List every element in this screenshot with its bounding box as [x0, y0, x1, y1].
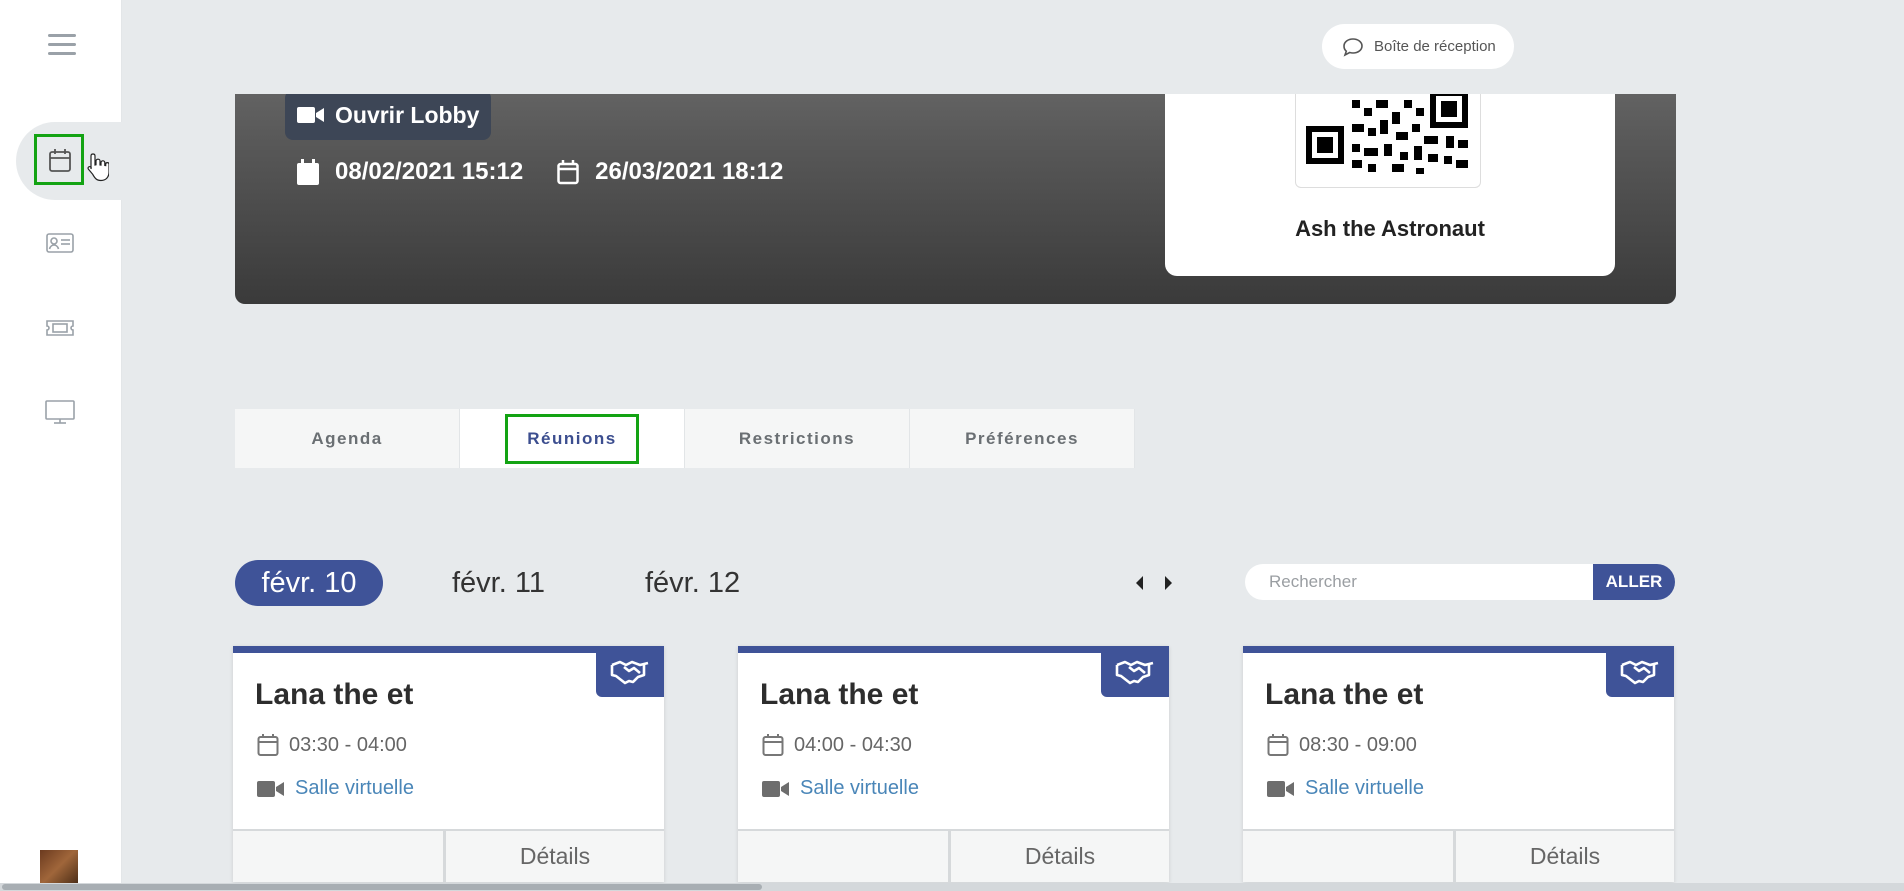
start-date: 08/02/2021 15:12 [297, 158, 523, 186]
meeting-time: 03:30 - 04:00 [257, 733, 407, 757]
tab-restrictions[interactable]: Restrictions [685, 409, 910, 468]
virtual-room-link[interactable]: Salle virtuelle [1267, 777, 1424, 800]
caret-left-icon[interactable] [1134, 575, 1144, 591]
sidebar [0, 0, 122, 891]
virtual-room-label: Salle virtuelle [1305, 777, 1424, 799]
virtual-room-label: Salle virtuelle [800, 777, 919, 799]
qr-card: Ash the Astronaut [1165, 80, 1615, 276]
virtual-room-link[interactable]: Salle virtuelle [762, 777, 919, 800]
open-lobby-label: Ouvrir Lobby [335, 101, 480, 128]
calendar-icon [257, 734, 279, 756]
tab-agenda[interactable]: Agenda [235, 409, 460, 468]
speech-bubble-icon [1343, 37, 1363, 57]
meeting-type-badge [1101, 646, 1169, 697]
inbox-label: Boîte de réception [1374, 38, 1496, 55]
ticket-icon [46, 320, 74, 336]
sidebar-item-contacts[interactable] [44, 229, 76, 257]
meeting-time-text: 04:00 - 04:30 [794, 733, 912, 756]
search-input[interactable] [1245, 564, 1593, 600]
tab-bar: Agenda Réunions Restrictions Préférences [235, 409, 1135, 468]
start-date-text: 08/02/2021 15:12 [335, 158, 524, 185]
search-bar: ALLER [1245, 564, 1675, 600]
end-date: 26/03/2021 18:12 [557, 158, 783, 186]
sidebar-item-monitor[interactable] [44, 398, 76, 426]
meeting-time-text: 08:30 - 09:00 [1299, 733, 1417, 756]
day-option[interactable]: févr. 11 [452, 560, 545, 606]
hand-cursor-icon [87, 153, 109, 182]
search-go-button[interactable]: ALLER [1593, 564, 1675, 600]
end-date-text: 26/03/2021 18:12 [595, 158, 784, 185]
meeting-card: Lana the et 08:30 - 09:00 Salle virtuell… [1243, 646, 1674, 882]
inbox-button[interactable]: Boîte de réception [1322, 24, 1514, 69]
virtual-room-label: Salle virtuelle [295, 777, 414, 799]
tab-agenda-label: Agenda [311, 428, 383, 448]
meeting-time-text: 03:30 - 04:00 [289, 733, 407, 756]
tab-preferences[interactable]: Préférences [910, 409, 1135, 468]
qr-code [1295, 80, 1481, 188]
meeting-type-badge [1606, 646, 1674, 697]
event-dates: 08/02/2021 15:12 26/03/2021 18:12 [297, 158, 817, 186]
card-footer: Détails [1243, 829, 1674, 882]
tab-preferences-label: Préférences [965, 428, 1079, 448]
day-option[interactable]: févr. 12 [645, 560, 740, 606]
hamburger-menu-button[interactable] [48, 34, 76, 56]
meeting-title: Lana the et [1265, 678, 1424, 711]
hamburger-icon [48, 34, 76, 37]
horizontal-scrollbar[interactable] [0, 883, 1904, 891]
day-selected[interactable]: févr. 10 [235, 560, 383, 606]
video-camera-icon [1267, 780, 1294, 797]
handshake-icon [610, 660, 649, 684]
virtual-room-link[interactable]: Salle virtuelle [257, 777, 414, 800]
tab-reunions-label: Réunions [505, 413, 639, 464]
calendar-icon [1267, 734, 1289, 756]
tab-restrictions-label: Restrictions [738, 428, 856, 448]
calendar-icon [297, 159, 319, 185]
meeting-type-badge [596, 646, 664, 697]
details-button[interactable]: Détails [446, 831, 664, 882]
monitor-icon [45, 400, 75, 424]
meeting-time: 08:30 - 09:00 [1267, 733, 1417, 757]
caret-right-icon[interactable] [1164, 575, 1174, 591]
calendar-icon [762, 734, 784, 756]
id-card-icon [46, 233, 74, 253]
meeting-title: Lana the et [255, 678, 414, 711]
meeting-time: 04:00 - 04:30 [762, 733, 912, 757]
calendar-outline-icon [557, 160, 579, 185]
qr-code-icon [1306, 90, 1468, 174]
handshake-icon [1115, 660, 1154, 684]
card-footer: Détails [738, 829, 1169, 882]
video-camera-icon [257, 780, 284, 797]
selection-highlight [34, 134, 84, 185]
meeting-title: Lana the et [760, 678, 919, 711]
tab-reunions[interactable]: Réunions [460, 409, 685, 468]
video-camera-icon [762, 780, 789, 797]
card-footer: Détails [233, 829, 664, 882]
top-header: Boîte de réception [122, 0, 1904, 94]
open-lobby-button[interactable]: Ouvrir Lobby [285, 90, 492, 140]
qr-owner-name: Ash the Astronaut [1295, 216, 1485, 241]
meeting-card: Lana the et 03:30 - 04:00 Salle virtuell… [233, 646, 664, 882]
details-button[interactable]: Détails [1456, 831, 1674, 882]
details-button[interactable]: Détails [951, 831, 1169, 882]
scrollbar-thumb[interactable] [2, 884, 762, 890]
video-camera-icon [297, 107, 324, 123]
sidebar-item-tickets[interactable] [44, 314, 76, 342]
handshake-icon [1620, 660, 1659, 684]
meeting-card: Lana the et 04:00 - 04:30 Salle virtuell… [738, 646, 1169, 882]
